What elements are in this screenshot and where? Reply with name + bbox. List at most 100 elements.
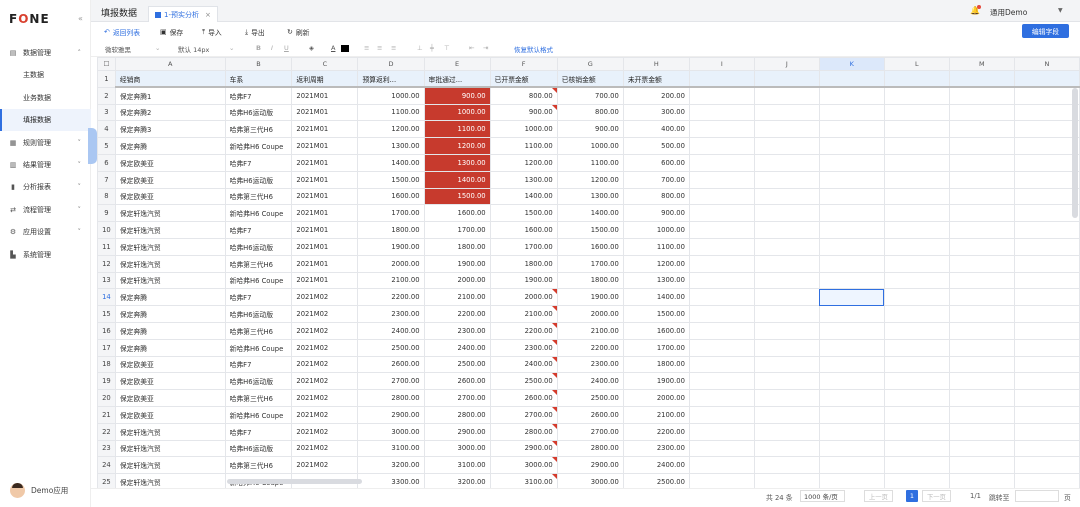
grid-cell[interactable]: 3000.00 [357,422,425,441]
grid-cell[interactable] [883,473,950,488]
column-header[interactable]: C [291,57,359,71]
grid-cell[interactable]: 2021M02 [291,456,359,475]
grid-cell[interactable]: 1100.00 [556,153,624,172]
grid-cell[interactable] [883,355,950,374]
grid-cell[interactable] [1013,170,1080,189]
grid-cell[interactable]: 车系 [224,70,293,89]
grid-cell[interactable] [883,338,950,357]
grid-cell[interactable] [688,389,755,407]
grid-cell[interactable]: 2600.00 [357,355,425,374]
grid-cell[interactable] [818,473,885,488]
grid-cell[interactable]: 2000.00 [489,288,558,307]
grid-cell[interactable] [1013,321,1080,340]
grid-cell[interactable]: 1400.00 [556,204,624,223]
grid-cell[interactable]: 2200.00 [489,321,558,340]
grid-cell[interactable] [818,405,885,424]
grid-cell[interactable]: 1500.00 [357,170,425,189]
grid-cell[interactable]: 保定奔腾 [114,321,226,340]
grid-cell[interactable]: 2400.00 [423,338,491,357]
chevron-down-icon[interactable]: ⌄ [229,44,234,52]
row-header[interactable]: 18 [97,355,116,374]
grid-cell[interactable]: 1600.00 [489,221,558,239]
row-header[interactable]: 23 [97,439,116,458]
grid-cell[interactable] [818,237,885,256]
grid-cell[interactable]: 1300.00 [489,170,558,189]
grid-cell[interactable] [688,456,755,475]
grid-cell[interactable] [1013,405,1080,424]
grid-cell[interactable]: 2600.00 [423,372,491,391]
grid-cell[interactable] [883,288,950,307]
grid-cell[interactable] [883,456,950,475]
row-header[interactable]: 8 [97,187,116,206]
grid-cell[interactable] [948,137,1015,155]
chevron-down-icon[interactable]: ˅ [78,183,82,191]
grid-cell[interactable] [753,456,820,475]
grid-cell[interactable] [818,204,885,223]
grid-cell[interactable] [1013,187,1080,206]
row-header[interactable]: 14 [97,288,116,307]
grid-cell[interactable] [1013,422,1080,441]
grid-cell[interactable]: 2021M02 [291,288,359,307]
grid-cell[interactable]: 2021M02 [291,405,359,424]
grid-cell[interactable] [818,271,885,290]
grid-cell[interactable] [818,422,885,441]
grid-cell[interactable] [883,103,950,122]
select-all-corner[interactable]: ☐ [97,57,116,71]
grid-cell[interactable]: 3200.00 [357,456,425,475]
column-header[interactable]: I [688,57,755,71]
grid-cell[interactable] [688,254,755,273]
grid-cell[interactable] [753,422,820,441]
grid-cell[interactable]: 1900.00 [556,288,624,307]
grid-cell[interactable] [753,237,820,256]
grid-cell[interactable] [1013,305,1080,323]
valign-top-icon[interactable]: ⊤ [444,44,450,52]
grid-cell[interactable] [753,355,820,374]
grid-cell[interactable] [688,473,755,488]
restore-default-format-link[interactable]: 恢复默认格式 [514,44,553,54]
grid-cell[interactable] [948,321,1015,340]
row-header[interactable]: 7 [97,170,116,189]
grid-cell[interactable] [948,372,1015,391]
grid-cell[interactable]: 新哈弗H6 Coupe [224,338,293,357]
grid-cell[interactable]: 1700.00 [489,237,558,256]
grid-cell[interactable]: 保定欧美亚 [114,170,226,189]
row-header[interactable]: 5 [97,137,116,155]
grid-cell[interactable]: 500.00 [622,137,690,155]
grid-cell[interactable]: 2000.00 [423,271,491,290]
grid-cell[interactable]: 1000.00 [489,120,558,139]
grid-cell[interactable]: 哈弗F7 [224,422,293,441]
grid-cell[interactable] [1013,237,1080,256]
grid-cell[interactable]: 2200.00 [622,422,690,441]
column-header[interactable]: L [883,57,950,71]
grid-cell[interactable] [688,120,755,139]
chevron-down-icon[interactable]: ⌄ [155,44,160,52]
indent-decrease-icon[interactable]: ⇤ [469,44,474,52]
chevron-up-icon[interactable]: ˄ [78,49,82,57]
grid-cell[interactable] [1013,86,1080,105]
grid-cell[interactable]: 2700.00 [489,405,558,424]
sidebar-item[interactable]: ▮ 分析报表 ˅ [0,176,91,198]
row-header[interactable]: 3 [97,103,116,122]
grid-cell[interactable] [753,439,820,458]
grid-cell[interactable] [1013,153,1080,172]
grid-cell[interactable] [883,271,950,290]
grid-cell[interactable]: 1400.00 [622,288,690,307]
row-header[interactable]: 11 [97,237,116,256]
grid-cell[interactable] [688,221,755,239]
grid-cell[interactable] [883,137,950,155]
grid-cell[interactable]: 1900.00 [357,237,425,256]
grid-cell[interactable]: 哈弗F7 [224,221,293,239]
grid-cell[interactable]: 1900.00 [622,372,690,391]
grid-cell[interactable]: 哈弗H6运动版 [224,237,293,256]
refresh-button[interactable]: ↻ 刷新 [287,27,309,37]
grid-cell[interactable]: 2600.00 [556,405,624,424]
grid-cell[interactable]: 2700.00 [357,372,425,391]
grid-cell[interactable] [753,321,820,340]
grid-cell[interactable]: 2900.00 [489,439,558,458]
grid-cell[interactable] [818,456,885,475]
grid-cell[interactable] [948,237,1015,256]
grid-cell[interactable]: 2021M02 [291,355,359,374]
grid-cell[interactable]: 2021M01 [291,170,359,189]
grid-cell[interactable] [1013,70,1080,89]
grid-cell[interactable]: 新哈弗H6 Coupe [224,271,293,290]
